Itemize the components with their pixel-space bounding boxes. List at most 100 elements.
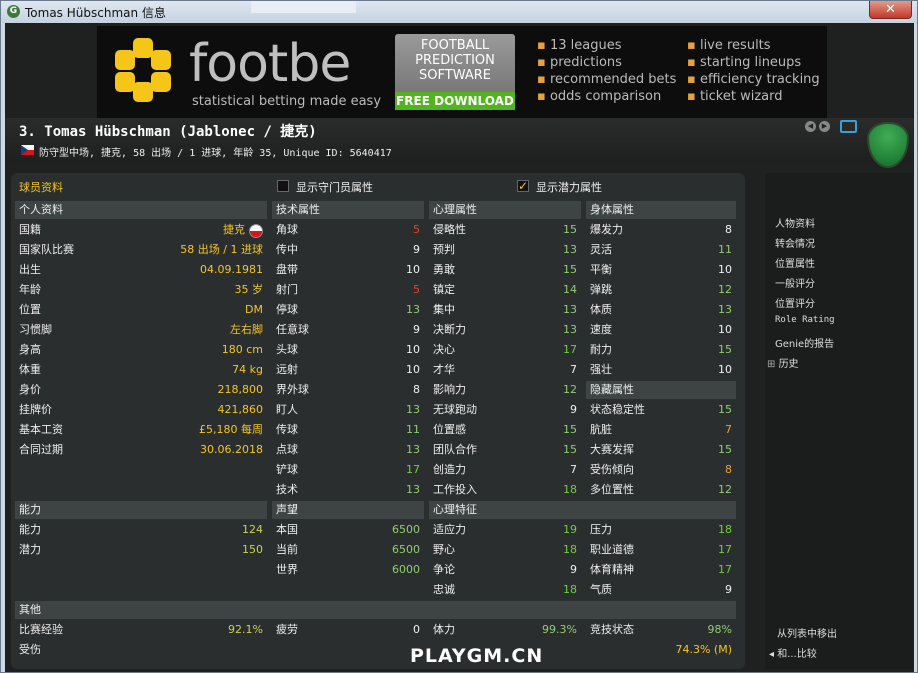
personal-value: 218,800: [217, 383, 264, 396]
traits-value: 9: [570, 563, 577, 576]
technical-label: 盯人: [276, 403, 298, 416]
physical-value: 13: [718, 303, 732, 316]
personal-row: 体重 74 kg: [15, 361, 267, 379]
sidebar-item-transfer[interactable]: 转会情况: [775, 235, 815, 250]
tab-profile[interactable]: 球员资料: [19, 179, 63, 195]
hidden-row: 多位置性 12: [586, 481, 736, 499]
physical-row: 耐力 15: [586, 341, 736, 359]
ad-banner[interactable]: footbe statistical betting made easy FOO…: [97, 26, 827, 118]
technical-label: 任意球: [276, 323, 309, 336]
hidden-row: 肮脏 7: [586, 421, 736, 439]
technical-row: 盘带 10: [272, 261, 424, 279]
personal-row: 身价 218,800: [15, 381, 267, 399]
technical-value: 13: [406, 303, 420, 316]
other-value: 98%: [707, 623, 732, 636]
mental-value: 18: [563, 483, 577, 496]
personal-label: 位置: [19, 303, 41, 316]
physical-label: 爆发力: [590, 223, 623, 236]
mental-value: 13: [563, 243, 577, 256]
technical-label: 界外球: [276, 383, 309, 396]
sidebar-item-role-rating[interactable]: Role Rating: [775, 315, 835, 325]
mental-row: 集中 13: [429, 301, 581, 319]
sidebar-item-position-rating[interactable]: 位置评分: [775, 295, 815, 310]
mental-row: 工作投入 18: [429, 481, 581, 499]
technical-value: 10: [406, 343, 420, 356]
remove-from-list-button[interactable]: 从列表中移出: [777, 625, 837, 640]
physical-row: 灵活 11: [586, 241, 736, 259]
prev-player-icon[interactable]: ◀: [805, 121, 816, 132]
ability-row: 能力 124: [15, 521, 267, 539]
sidebar-item-history[interactable]: ⊞ 历史: [767, 355, 799, 370]
club-badge-icon: [867, 122, 909, 168]
traits-row: 气质 9: [586, 581, 736, 599]
download-button[interactable]: FREE DOWNLOAD: [395, 92, 515, 110]
watermark: PLAYGM.CN: [410, 645, 544, 667]
other-label: 比赛经验: [19, 623, 63, 636]
hidden-label: 大赛发挥: [590, 443, 634, 456]
technical-row: 铲球 17: [272, 461, 424, 479]
promo-line: PREDICTION: [415, 53, 495, 68]
traits-label: 职业道德: [590, 543, 634, 556]
mental-label: 预判: [433, 243, 455, 256]
compare-button[interactable]: ◂ 和...比较: [769, 645, 817, 660]
personal-value: 180 cm: [221, 343, 263, 356]
reputation-value: 6500: [392, 523, 420, 536]
title-bar: G Tomas Hübschman 信息 ✕: [1, 1, 917, 23]
traits-row: 体育精神 17: [586, 561, 736, 579]
traits-header: 心理特征: [429, 501, 736, 519]
technical-value: 13: [406, 443, 420, 456]
personal-row: 基本工资 £5,180 每周: [15, 421, 267, 439]
technical-label: 盘带: [276, 263, 298, 276]
sidebar: 人物资料 转会情况 位置属性 一般评分 位置评分 Role Rating Gen…: [765, 173, 913, 669]
show-gk-label[interactable]: 显示守门员属性: [296, 179, 373, 195]
hidden-label: 受伤倾向: [590, 463, 634, 476]
personal-row: 习惯脚 左右脚: [15, 321, 267, 339]
next-player-icon[interactable]: ▶: [819, 121, 830, 132]
personal-value: 左右脚: [230, 323, 263, 336]
personal-row: 出生 04.09.1981: [15, 261, 267, 279]
show-potential-label[interactable]: 显示潜力属性: [536, 179, 602, 195]
personal-label: 国家队比赛: [19, 243, 74, 256]
sidebar-item-general-rating[interactable]: 一般评分: [775, 275, 815, 290]
technical-value: 8: [413, 383, 420, 396]
hidden-row: 状态稳定性 15: [586, 401, 736, 419]
mental-label: 集中: [433, 303, 455, 316]
other-label: 体力: [433, 623, 455, 636]
other-row: 74.3% (M): [586, 641, 736, 659]
sidebar-item-genie-report[interactable]: Genie的报告: [775, 335, 834, 350]
technical-row: 远射 10: [272, 361, 424, 379]
personal-label: 挂牌价: [19, 403, 52, 416]
traits-label: 争论: [433, 563, 455, 576]
mental-row: 影响力 12: [429, 381, 581, 399]
promo-box[interactable]: FOOTBALL PREDICTION SOFTWARE FREE DOWNLO…: [395, 34, 515, 110]
traits-label: 野心: [433, 543, 455, 556]
arrow-icon: ◂: [769, 649, 778, 660]
sidebar-item-position-attrs[interactable]: 位置属性: [775, 255, 815, 270]
gk-checkbox[interactable]: [277, 180, 289, 192]
personal-value: 58 出场 / 1 进球: [180, 243, 263, 256]
hidden-value: 8: [725, 463, 732, 476]
personal-value: 04.09.1981: [200, 263, 263, 276]
mental-row: 侵略性 15: [429, 221, 581, 239]
technical-value: 13: [406, 403, 420, 416]
close-button[interactable]: ✕: [869, 1, 912, 19]
physical-header: 身体属性: [586, 201, 736, 219]
potential-checkbox[interactable]: ✓: [517, 180, 529, 192]
hidden-value: 12: [718, 483, 732, 496]
other-row: 竞技状态 98%: [586, 621, 736, 639]
physical-value: 12: [718, 283, 732, 296]
czech-flag-icon: [21, 145, 34, 155]
traits-row: 争论 9: [429, 561, 581, 579]
personal-row: 合同过期 30.06.2018: [15, 441, 267, 459]
mental-row: 才华 7: [429, 361, 581, 379]
personal-value: 421,860: [217, 403, 264, 416]
technical-label: 传球: [276, 423, 298, 436]
camera-icon[interactable]: [840, 120, 857, 133]
app-icon: G: [7, 5, 20, 18]
personal-label: 出生: [19, 263, 41, 276]
traits-value: 18: [563, 583, 577, 596]
mental-row: 团队合作 15: [429, 441, 581, 459]
mental-value: 13: [563, 323, 577, 336]
sidebar-item-profile[interactable]: 人物资料: [775, 215, 815, 230]
personal-value: £5,180 每周: [199, 423, 263, 436]
